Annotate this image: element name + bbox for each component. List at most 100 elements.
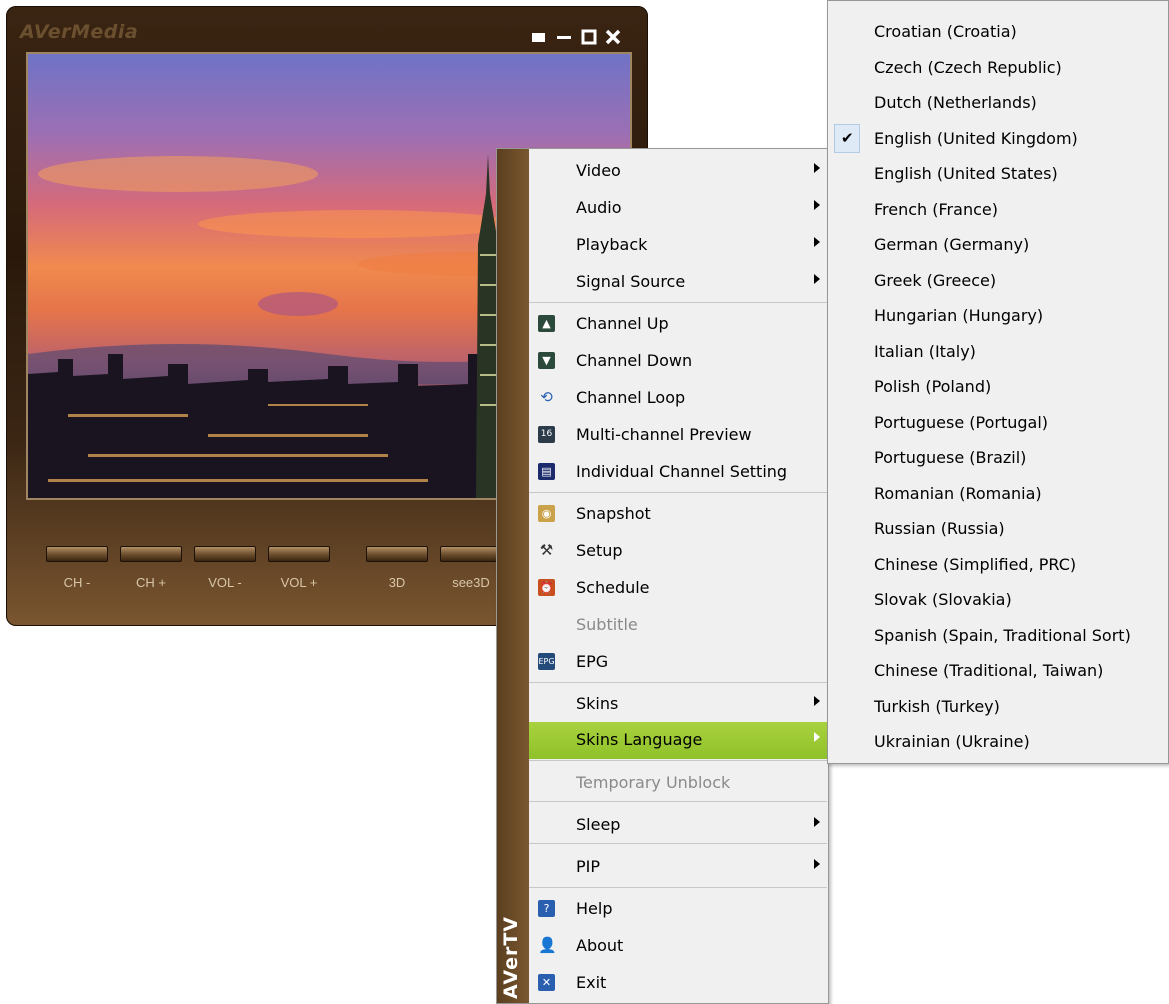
menu-item-about[interactable]: 👤 About	[529, 928, 828, 965]
language-item-ukrainian-ukraine[interactable]: Ukrainian (Ukraine)	[828, 725, 1168, 760]
language-item-croatian-croatia[interactable]: Croatian (Croatia)	[828, 15, 1168, 50]
menu-item-snapshot[interactable]: ◉ Snapshot	[529, 496, 828, 533]
button-label: 3D	[388, 575, 406, 590]
menu-item-label: Schedule	[576, 578, 650, 597]
menu-item-exit[interactable]: ✕ Exit	[529, 965, 828, 1002]
see3d-button[interactable]: see3D	[440, 546, 502, 590]
menu-item-multi-channel-preview[interactable]: 16 Multi-channel Preview	[529, 417, 828, 454]
language-item-czech-czech-republic[interactable]: Czech (Czech Republic)	[828, 51, 1168, 86]
menu-separator	[529, 302, 827, 303]
language-label: English (United States)	[874, 164, 1058, 183]
menu-separator	[529, 760, 827, 761]
user-icon: 👤	[538, 936, 557, 954]
language-item-russian-russia[interactable]: Russian (Russia)	[828, 512, 1168, 547]
language-item-french-france[interactable]: French (France)	[828, 193, 1168, 228]
menu-item-signal-source[interactable]: Signal Source	[529, 264, 828, 301]
language-item-german-germany[interactable]: German (Germany)	[828, 228, 1168, 263]
menu-separator	[529, 682, 827, 683]
checkmark-icon: ✔	[834, 123, 860, 153]
menu-item-help[interactable]: ? Help	[529, 891, 828, 928]
menu-item-sleep[interactable]: Sleep	[529, 807, 828, 844]
menu-item-label: Channel Down	[576, 351, 693, 370]
submenu-arrow-icon	[814, 859, 820, 869]
menu-item-channel-loop[interactable]: ⟲ Channel Loop	[529, 380, 828, 417]
menu-item-channel-up[interactable]: ▲ Channel Up	[529, 306, 828, 343]
close-icon[interactable]	[604, 28, 622, 46]
language-item-portuguese-brazil[interactable]: Portuguese (Brazil)	[828, 441, 1168, 476]
menu-item-epg[interactable]: EPG EPG	[529, 644, 828, 681]
menu-item-audio[interactable]: Audio	[529, 190, 828, 227]
menu-item-setup[interactable]: ⚒ Setup	[529, 533, 828, 570]
context-menu: AVerTV Video Audio Playback Signal Source ▲ C…	[496, 148, 829, 1004]
language-item-english-united-kingdom[interactable]: ✔ English (United Kingdom)	[828, 122, 1168, 157]
minimize-icon[interactable]	[555, 28, 573, 46]
volume-up-button[interactable]: VOL +	[268, 546, 330, 590]
menu-item-label: Channel Up	[576, 314, 669, 333]
submenu-arrow-icon	[814, 200, 820, 210]
menu-item-label: Snapshot	[576, 504, 651, 523]
language-label: French (France)	[874, 199, 998, 219]
3d-button[interactable]: 3D	[366, 546, 428, 590]
menu-item-pip[interactable]: PIP	[529, 849, 828, 886]
submenu-arrow-icon	[814, 817, 820, 827]
sidebar-label: AVerTV	[500, 915, 522, 999]
channel-down-icon: ▼	[538, 352, 555, 369]
menu-item-video[interactable]: Video	[529, 153, 828, 190]
language-label: Spanish (Spain, Traditional Sort)	[874, 625, 1131, 645]
volume-down-button[interactable]: VOL -	[194, 546, 256, 590]
menu-item-label: Individual Channel Setting	[576, 462, 788, 481]
language-item-spanish-spain-traditional-sort[interactable]: Spanish (Spain, Traditional Sort)	[828, 619, 1168, 654]
menu-item-label: Video	[576, 161, 621, 180]
menu-item-skins-language[interactable]: Skins Language	[529, 722, 828, 759]
epg-icon: EPG	[538, 653, 555, 670]
language-label: Turkish (Turkey)	[874, 696, 1000, 716]
button-label: see3D	[452, 575, 490, 590]
language-label: Ukrainian (Ukraine)	[874, 732, 1030, 751]
submenu-arrow-icon	[814, 237, 820, 247]
language-item-greek-greece[interactable]: Greek (Greece)	[828, 264, 1168, 299]
language-label: Portuguese (Portugal)	[874, 412, 1049, 432]
language-item-turkish-turkey[interactable]: Turkish (Turkey)	[828, 690, 1168, 725]
channel-down-button[interactable]: CH -	[46, 546, 108, 590]
menu-item-skins[interactable]: Skins	[529, 686, 828, 723]
language-label: Slovak (Slovakia)	[874, 590, 1012, 609]
button-label: VOL -	[208, 575, 242, 590]
language-label: Portuguese (Brazil)	[874, 448, 1027, 467]
language-label: Dutch (Netherlands)	[874, 93, 1037, 112]
menu-item-label: Channel Loop	[576, 388, 686, 407]
language-item-portuguese-portugal[interactable]: Portuguese (Portugal)	[828, 406, 1168, 441]
menu-sidebar: AVerTV	[497, 149, 529, 1003]
language-label: Czech (Czech Republic)	[874, 57, 1062, 77]
language-item-italian-italy[interactable]: Italian (Italy)	[828, 335, 1168, 370]
brand-logo: AVerMedia	[20, 21, 139, 43]
language-item-slovak-slovakia[interactable]: Slovak (Slovakia)	[828, 583, 1168, 618]
menu-item-channel-down[interactable]: ▼ Channel Down	[529, 343, 828, 380]
menu-item-schedule[interactable]: ⏰ Schedule	[529, 570, 828, 607]
maximize-icon[interactable]	[580, 28, 598, 46]
menu-item-individual-channel-setting[interactable]: ▤ Individual Channel Setting	[529, 454, 828, 491]
language-label: English (United Kingdom)	[874, 128, 1078, 148]
camera-icon: ◉	[538, 505, 555, 522]
channel-up-icon: ▲	[538, 315, 555, 332]
submenu-arrow-icon	[814, 274, 820, 284]
language-item-hungarian-hungary[interactable]: Hungarian (Hungary)	[828, 299, 1168, 334]
menu-item-label: Sleep	[576, 815, 621, 834]
button-label: CH -	[63, 575, 91, 590]
language-item-chinese-simplified-prc[interactable]: Chinese (Simplified, PRC)	[828, 548, 1168, 583]
language-item-chinese-traditional-taiwan[interactable]: Chinese (Traditional, Taiwan)	[828, 654, 1168, 689]
menu-separator	[529, 843, 827, 844]
language-item-polish-poland[interactable]: Polish (Poland)	[828, 370, 1168, 405]
language-item-english-united-states[interactable]: English (United States)	[828, 157, 1168, 192]
menu-item-label: Temporary Unblock	[576, 773, 731, 792]
menu-item-subtitle: Subtitle	[529, 607, 828, 644]
button-label: VOL +	[280, 575, 318, 590]
language-label: Chinese (Simplified, PRC)	[874, 554, 1077, 574]
language-item-dutch-netherlands[interactable]: Dutch (Netherlands)	[828, 86, 1168, 121]
menu-item-playback[interactable]: Playback	[529, 227, 828, 264]
menu-icon[interactable]	[530, 28, 548, 46]
menu-item-label: Audio	[576, 198, 622, 217]
channel-up-button[interactable]: CH +	[120, 546, 182, 590]
submenu-arrow-icon	[814, 732, 820, 742]
language-item-romanian-romania[interactable]: Romanian (Romania)	[828, 477, 1168, 512]
language-label: Italian (Italy)	[874, 341, 976, 361]
